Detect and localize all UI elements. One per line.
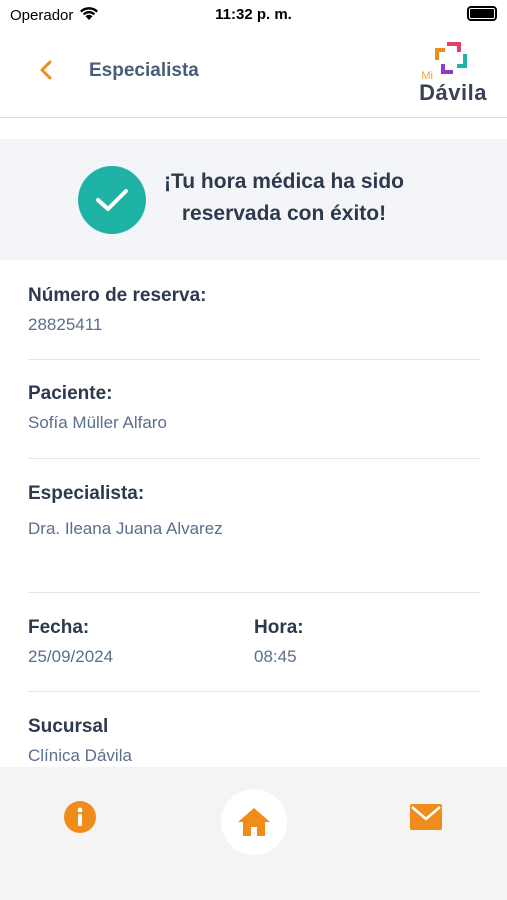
- logo-brand-text: Dávila: [419, 80, 487, 105]
- status-bar: Operador 11:32 p. m.: [0, 0, 507, 32]
- divider: [28, 458, 480, 459]
- sucursal-label: Sucursal: [28, 716, 109, 737]
- paciente-label: Paciente:: [28, 383, 113, 404]
- reserva-value: 28825411: [28, 315, 103, 334]
- success-panel: ¡Tu hora médica ha sido reservada con éx…: [0, 139, 507, 260]
- paciente-value: Sofía Müller Alfaro: [28, 413, 167, 432]
- info-icon: [64, 801, 96, 833]
- back-button[interactable]: [32, 56, 60, 84]
- battery-fill: [470, 9, 494, 18]
- especialista-value: Dra. Ileana Juana Alvarez: [28, 519, 223, 538]
- especialista-label: Especialista:: [28, 483, 145, 504]
- reserva-label: Número de reserva:: [28, 285, 207, 306]
- home-button[interactable]: [221, 789, 287, 855]
- sucursal-section: Sucursal Clínica Dávila: [28, 716, 480, 766]
- mail-icon: [410, 804, 442, 830]
- hora-section: Hora: 08:45: [254, 617, 454, 667]
- sucursal-value: Clínica Dávila: [28, 746, 132, 765]
- status-time: 11:32 p. m.: [215, 6, 292, 23]
- divider: [28, 592, 480, 593]
- page-title: Especialista: [89, 60, 199, 81]
- battery-icon: [467, 6, 497, 21]
- info-button[interactable]: [62, 799, 98, 835]
- success-check-icon: [78, 166, 146, 234]
- success-line-2: reservada con éxito!: [181, 202, 387, 225]
- divider: [28, 359, 480, 360]
- divider: [28, 691, 480, 692]
- hora-value: 08:45: [254, 647, 297, 666]
- chevron-left-icon: [40, 60, 52, 80]
- especialista-section: Especialista: Dra. Ileana Juana Alvarez: [28, 483, 480, 539]
- fecha-label: Fecha:: [28, 617, 90, 638]
- mail-button[interactable]: [408, 799, 444, 835]
- paciente-section: Paciente: Sofía Müller Alfaro: [28, 383, 480, 433]
- nav-bar: Especialista Mi Dávila: [0, 32, 507, 118]
- home-icon: [238, 808, 270, 836]
- success-message: ¡Tu hora médica ha sido reservada con éx…: [150, 166, 418, 230]
- reserva-section: Número de reserva: 28825411: [28, 285, 480, 335]
- success-line-1: ¡Tu hora médica ha sido: [164, 170, 404, 193]
- fecha-section: Fecha: 25/09/2024: [28, 617, 228, 667]
- hora-label: Hora:: [254, 617, 304, 638]
- bottom-tab-bar: [0, 767, 507, 900]
- fecha-value: 25/09/2024: [28, 647, 114, 666]
